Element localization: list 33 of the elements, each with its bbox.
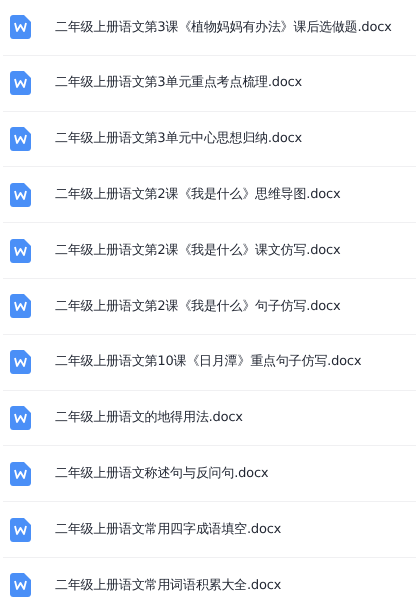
file-name: 二年级上册语文常用四字成语填空.docx [55,520,282,539]
document-icon [10,350,31,374]
document-icon [10,462,31,486]
file-name: 二年级上册语文第3单元重点考点梳理.docx [55,74,302,92]
document-icon [10,294,31,318]
file-name: 二年级上册语文的地得用法.docx [55,409,243,428]
file-row[interactable]: 二年级上册语文的地得用法.docx [3,390,416,446]
file-row[interactable]: 二年级上册语文常用四字成语填空.docx [3,502,416,558]
document-icon [10,182,31,207]
document-icon [10,573,31,598]
file-name: 二年级上册语文第2课《我是什么》句子仿写.docx [55,298,340,316]
file-row[interactable]: 二年级上册语文第3单元中心思想归纳.docx [3,112,416,168]
file-name: 二年级上册语文第10课《日月潭》重点句子仿写.docx [55,353,362,372]
file-row[interactable]: 二年级上册语文第3单元重点考点梳理.docx [3,56,416,112]
file-row[interactable]: 二年级上册语文称述句与反问句.docx [3,446,416,502]
document-icon [10,126,31,151]
file-name: 二年级上册语文第3课《植物妈妈有办法》课后选做题.docx [55,18,392,37]
file-name: 二年级上册语文第2课《我是什么》课文仿写.docx [55,242,340,260]
document-icon [10,71,31,96]
file-name: 二年级上册语文称述句与反问句.docx [55,465,268,484]
document-icon [10,518,31,542]
file-row[interactable]: 二年级上册语文第2课《我是什么》句子仿写.docx [3,278,416,335]
file-row[interactable]: 二年级上册语文第10课《日月潭》重点句子仿写.docx [3,334,416,391]
document-icon [10,406,31,430]
document-icon [10,238,31,263]
file-row[interactable]: 二年级上册语文第2课《我是什么》课文仿写.docx [3,223,416,279]
file-name: 二年级上册语文常用词语积累大全.docx [55,576,282,595]
file-name: 二年级上册语文第2课《我是什么》思维导图.docx [55,186,340,204]
file-name: 二年级上册语文第3单元中心思想归纳.docx [55,130,302,148]
file-row[interactable]: 二年级上册语文常用词语积累大全.docx [3,558,416,608]
file-row[interactable]: 二年级上册语文第2课《我是什么》思维导图.docx [3,167,416,224]
file-row[interactable]: 二年级上册语文第3课《植物妈妈有办法》课后选做题.docx [3,0,416,56]
document-icon [10,15,31,40]
